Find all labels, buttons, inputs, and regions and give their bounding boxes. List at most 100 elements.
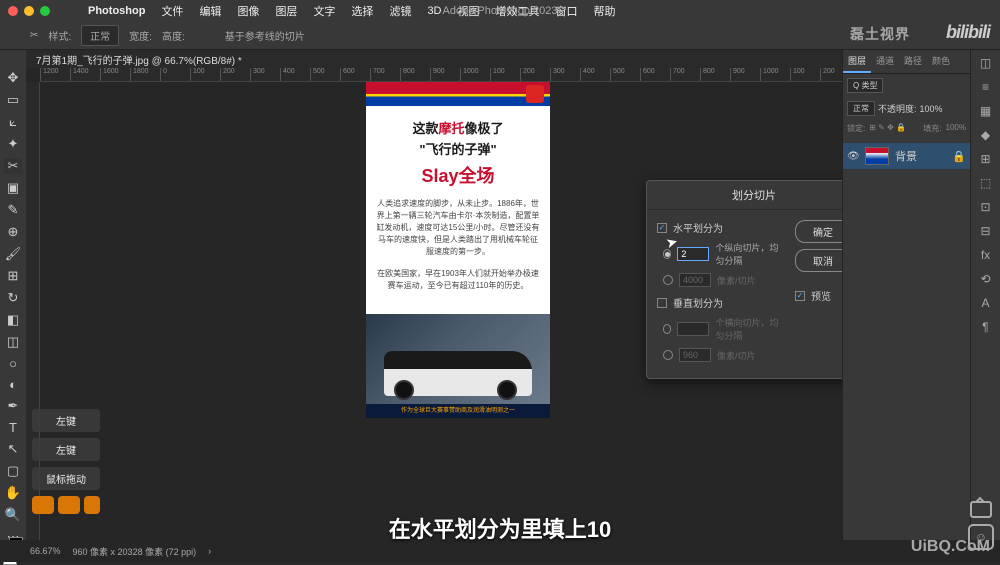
lock-label: 锁定: bbox=[847, 123, 865, 134]
menu-help[interactable]: 帮助 bbox=[586, 3, 624, 19]
document-tab-label: 7月第1期_飞行的子弹.jpg @ 66.7%(RGB/8#) * bbox=[36, 56, 242, 67]
layer-name: 背景 bbox=[895, 148, 917, 164]
h-pixels-input bbox=[679, 273, 711, 287]
minimize-window-button[interactable] bbox=[24, 6, 34, 16]
type-tool[interactable]: T bbox=[4, 420, 22, 435]
orange-pill-3 bbox=[84, 496, 100, 514]
panel-tabs: 图层 通道 路径 颜色 bbox=[843, 50, 970, 74]
menu-type[interactable]: 文字 bbox=[305, 3, 343, 19]
zoom-tool[interactable]: 🔍 bbox=[4, 507, 22, 523]
gradient-tool[interactable]: ◫ bbox=[4, 334, 22, 350]
panel-icon-5[interactable]: ⊞ bbox=[980, 152, 990, 166]
layer-row-background[interactable]: 👁 背景 🔒 bbox=[843, 143, 970, 169]
tab-color[interactable]: 颜色 bbox=[927, 50, 955, 73]
key-hint-2: 左键 bbox=[32, 438, 100, 461]
vertical-divide-label: 垂直划分为 bbox=[673, 295, 723, 310]
tab-paths[interactable]: 路径 bbox=[899, 50, 927, 73]
style-dropdown[interactable]: 正常 bbox=[81, 25, 119, 46]
doc-header-stripe bbox=[366, 82, 550, 106]
v-pixels-radio bbox=[663, 350, 673, 360]
preview-checkbox[interactable] bbox=[795, 291, 805, 301]
doc-paragraph-2: 在欧美国家，早在1903年人们就开始举办极速赛车运动，至今已有超过110年的历史… bbox=[376, 268, 540, 292]
opacity-value[interactable]: 100% bbox=[920, 104, 943, 114]
horizontal-divide-checkbox[interactable] bbox=[657, 223, 667, 233]
v-pixels-input bbox=[679, 348, 711, 362]
v-pixels-unit: 像素/切片 bbox=[717, 349, 756, 362]
zoom-level[interactable]: 66.67% bbox=[30, 546, 61, 556]
close-window-button[interactable] bbox=[8, 6, 18, 16]
race-car-illustration bbox=[384, 351, 531, 396]
menu-select[interactable]: 选择 bbox=[343, 3, 381, 19]
tools-panel: ✥ ▭ ⟀ ✦ ✂ ▣ ✎ ⊕ 🖌 ⊞ ↻ ◧ ◫ ○ ◐ ✒ T ↖ ▢ ✋ … bbox=[0, 50, 26, 540]
marquee-tool[interactable]: ▭ bbox=[4, 92, 22, 108]
healing-tool[interactable]: ⊕ bbox=[4, 224, 22, 240]
dialog-title: 划分切片 bbox=[647, 181, 861, 210]
dodge-tool[interactable]: ◐ bbox=[4, 377, 22, 392]
menu-edit[interactable]: 编辑 bbox=[191, 3, 229, 19]
layer-thumbnail bbox=[865, 147, 889, 165]
tab-layers[interactable]: 图层 bbox=[843, 50, 871, 73]
path-tool[interactable]: ↖ bbox=[4, 441, 22, 457]
panel-icon-12[interactable]: ¶ bbox=[982, 320, 988, 334]
blend-mode-dropdown[interactable]: 正常 bbox=[847, 101, 875, 116]
window-controls bbox=[8, 6, 50, 16]
panel-icon-1[interactable]: ◫ bbox=[980, 56, 991, 70]
panel-icon-6[interactable]: ⬚ bbox=[980, 176, 991, 190]
app-name: Photoshop bbox=[80, 5, 153, 17]
eyedropper-tool[interactable]: ✎ bbox=[4, 202, 22, 218]
panel-icon-11[interactable]: A bbox=[981, 296, 989, 310]
panel-icon-4[interactable]: ◆ bbox=[981, 128, 990, 142]
menu-file[interactable]: 文件 bbox=[153, 3, 191, 19]
guide-slice-label[interactable]: 基于参考线的切片 bbox=[225, 28, 305, 43]
document-tab[interactable]: 7月第1期_飞行的子弹.jpg @ 66.7%(RGB/8#) * bbox=[26, 50, 252, 69]
vertical-divide-checkbox[interactable] bbox=[657, 298, 667, 308]
document-canvas[interactable]: 这款摩托像极了 "飞行的子弹" Slay全场 人类追求速度的脚步，从未止步。18… bbox=[366, 82, 550, 540]
panel-icon-7[interactable]: ⊡ bbox=[980, 200, 990, 214]
brush-tool[interactable]: 🖌 bbox=[4, 246, 22, 262]
face-icon: ☺ bbox=[968, 524, 994, 550]
move-tool[interactable]: ✥ bbox=[4, 70, 22, 86]
fill-value[interactable]: 100% bbox=[946, 123, 966, 134]
lasso-tool[interactable]: ⟀ bbox=[4, 114, 22, 130]
horizontal-divide-label: 水平划分为 bbox=[673, 220, 723, 235]
history-brush-tool[interactable]: ↻ bbox=[4, 290, 22, 306]
window-title: Adobe Photoshop 2023 bbox=[443, 5, 558, 17]
video-subtitle: 在水平划分为里填上10 bbox=[389, 512, 611, 544]
hand-tool[interactable]: ✋ bbox=[4, 485, 22, 501]
info-chevron-icon[interactable]: › bbox=[208, 546, 211, 556]
layer-visibility-icon[interactable]: 👁 bbox=[847, 151, 859, 162]
h-pixels-radio[interactable] bbox=[663, 275, 673, 285]
top-badge-icon bbox=[526, 85, 544, 103]
layer-kind-dropdown[interactable]: Q 类型 bbox=[847, 78, 883, 93]
tab-channels[interactable]: 通道 bbox=[871, 50, 899, 73]
blur-tool[interactable]: ○ bbox=[4, 356, 22, 371]
wand-tool[interactable]: ✦ bbox=[4, 136, 22, 152]
panel-icon-2[interactable]: ≡ bbox=[982, 80, 989, 94]
h-slices-input[interactable] bbox=[677, 247, 709, 261]
stamp-tool[interactable]: ⊞ bbox=[4, 268, 22, 284]
key-hints-overlay: 左键 左键 鼠标拖动 bbox=[32, 409, 100, 514]
fullscreen-window-button[interactable] bbox=[40, 6, 50, 16]
panel-icon-10[interactable]: ⟲ bbox=[980, 272, 990, 286]
menu-image[interactable]: 图像 bbox=[229, 3, 267, 19]
pen-tool[interactable]: ✒ bbox=[4, 398, 22, 414]
shape-tool[interactable]: ▢ bbox=[4, 463, 22, 479]
crop-tool[interactable]: ✂ bbox=[4, 158, 22, 174]
panel-icon-9[interactable]: fx bbox=[981, 248, 990, 262]
menu-filter[interactable]: 滤镜 bbox=[381, 3, 419, 19]
frame-tool[interactable]: ▣ bbox=[4, 180, 22, 196]
eraser-tool[interactable]: ◧ bbox=[4, 312, 22, 328]
menu-layer[interactable]: 图层 bbox=[267, 3, 305, 19]
lock-icons[interactable]: ⊞ ✎ ✥ 🔒 bbox=[869, 123, 906, 134]
panel-icon-3[interactable]: ▦ bbox=[980, 104, 991, 118]
height-label: 高度: bbox=[162, 28, 185, 43]
opacity-label: 不透明度: bbox=[878, 102, 917, 115]
panel-icon-8[interactable]: ⊟ bbox=[980, 224, 990, 238]
watermark-channel: 磊土视界 bbox=[850, 24, 910, 44]
v-slices-input bbox=[677, 322, 709, 336]
style-label: 样式: bbox=[48, 28, 71, 43]
right-icon-bar: ◫ ≡ ▦ ◆ ⊞ ⬚ ⊡ ⊟ fx ⟲ A ¶ bbox=[970, 50, 1000, 540]
orange-pill-2 bbox=[58, 496, 80, 514]
doc-bottom-strip: 作为全球巨大赛事赞助商及润滑油明测之一 bbox=[366, 404, 550, 418]
h-slices-radio[interactable] bbox=[663, 249, 671, 259]
